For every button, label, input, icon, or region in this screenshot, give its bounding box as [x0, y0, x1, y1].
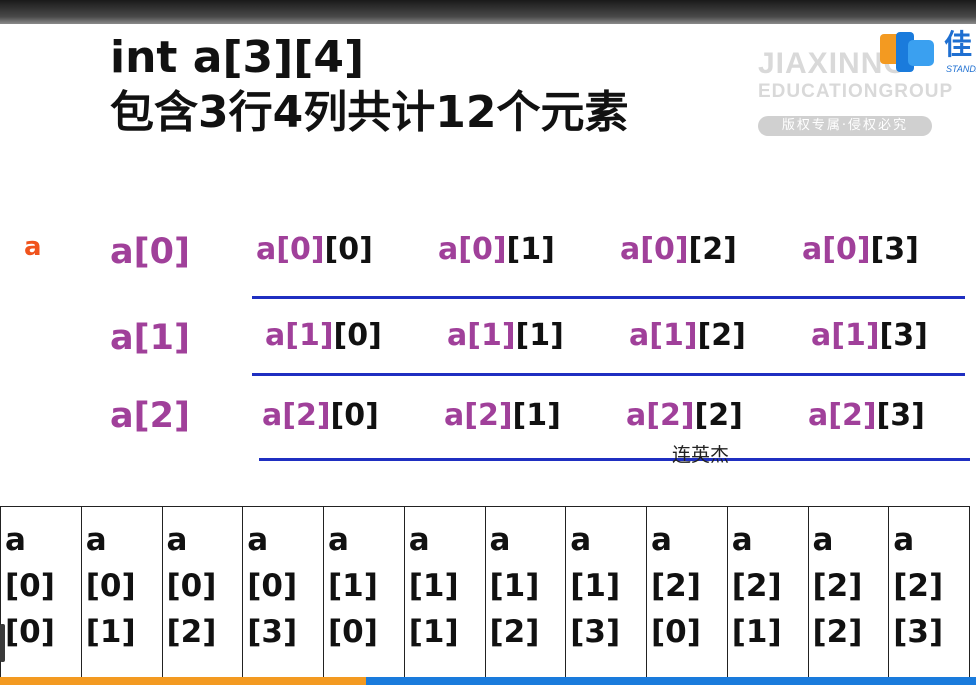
element-a01: a[0][1]	[438, 232, 555, 267]
memory-cell: a [2] [0]	[647, 507, 728, 677]
element-a22: a[2][2]	[626, 398, 743, 433]
element-a02: a[0][2]	[620, 232, 737, 267]
memory-cell: a [2] [2]	[809, 507, 890, 677]
memory-cell: a [1] [1]	[405, 507, 486, 677]
row-label-1: a[1]	[110, 318, 190, 358]
memory-cell: a [0] [0]	[0, 507, 82, 677]
element-a21: a[2][1]	[444, 398, 561, 433]
title-line-2: 包含3行4列共计12个元素	[110, 87, 629, 138]
memory-cell: a [1] [0]	[324, 507, 405, 677]
subtitle-caption: 连英杰	[672, 444, 730, 466]
row-label-0: a[0]	[110, 232, 190, 272]
memory-cell: a [0] [1]	[82, 507, 163, 677]
bottom-accent-bar-orange	[0, 677, 366, 685]
slide-title: int a[3][4] 包含3行4列共计12个元素	[110, 30, 628, 140]
jiaxin-logo-icon	[880, 32, 934, 72]
logo-subtext: STANDA	[946, 64, 976, 74]
bottom-accent-bar-blue	[366, 677, 976, 685]
row-2-underline	[259, 458, 970, 461]
element-a12: a[1][2]	[629, 318, 746, 353]
element-a00: a[0][0]	[256, 232, 373, 267]
memory-cell: a [0] [2]	[163, 507, 244, 677]
element-a23: a[2][3]	[808, 398, 925, 433]
title-line-1: int a[3][4]	[110, 32, 365, 83]
side-drag-handle[interactable]	[0, 624, 5, 662]
video-top-bar	[0, 0, 976, 24]
element-a13: a[1][3]	[811, 318, 928, 353]
row-1-underline	[252, 373, 965, 376]
watermark-line-2: EDUCATIONGROUP	[758, 81, 954, 102]
row-0-underline	[252, 296, 965, 299]
element-a10: a[1][0]	[265, 318, 382, 353]
memory-cell: a [2] [3]	[889, 507, 970, 677]
watermark-copyright-pill: 版权专属·侵权必究	[758, 116, 932, 136]
memory-cell: a [0] [3]	[243, 507, 324, 677]
memory-cell: a [1] [3]	[566, 507, 647, 677]
element-a11: a[1][1]	[447, 318, 564, 353]
memory-cell: a [2] [1]	[728, 507, 809, 677]
memory-layout-strip: a [0] [0] a [0] [1] a [0] [2] a [0] [3] a [1] [0] …	[0, 506, 970, 677]
element-a20: a[2][0]	[262, 398, 379, 433]
array-name-label: a	[24, 232, 42, 262]
logo-chinese-text: 佳	[944, 28, 973, 61]
memory-cell: a [1] [2]	[486, 507, 567, 677]
row-label-2: a[2]	[110, 396, 190, 436]
element-a03: a[0][3]	[802, 232, 919, 267]
